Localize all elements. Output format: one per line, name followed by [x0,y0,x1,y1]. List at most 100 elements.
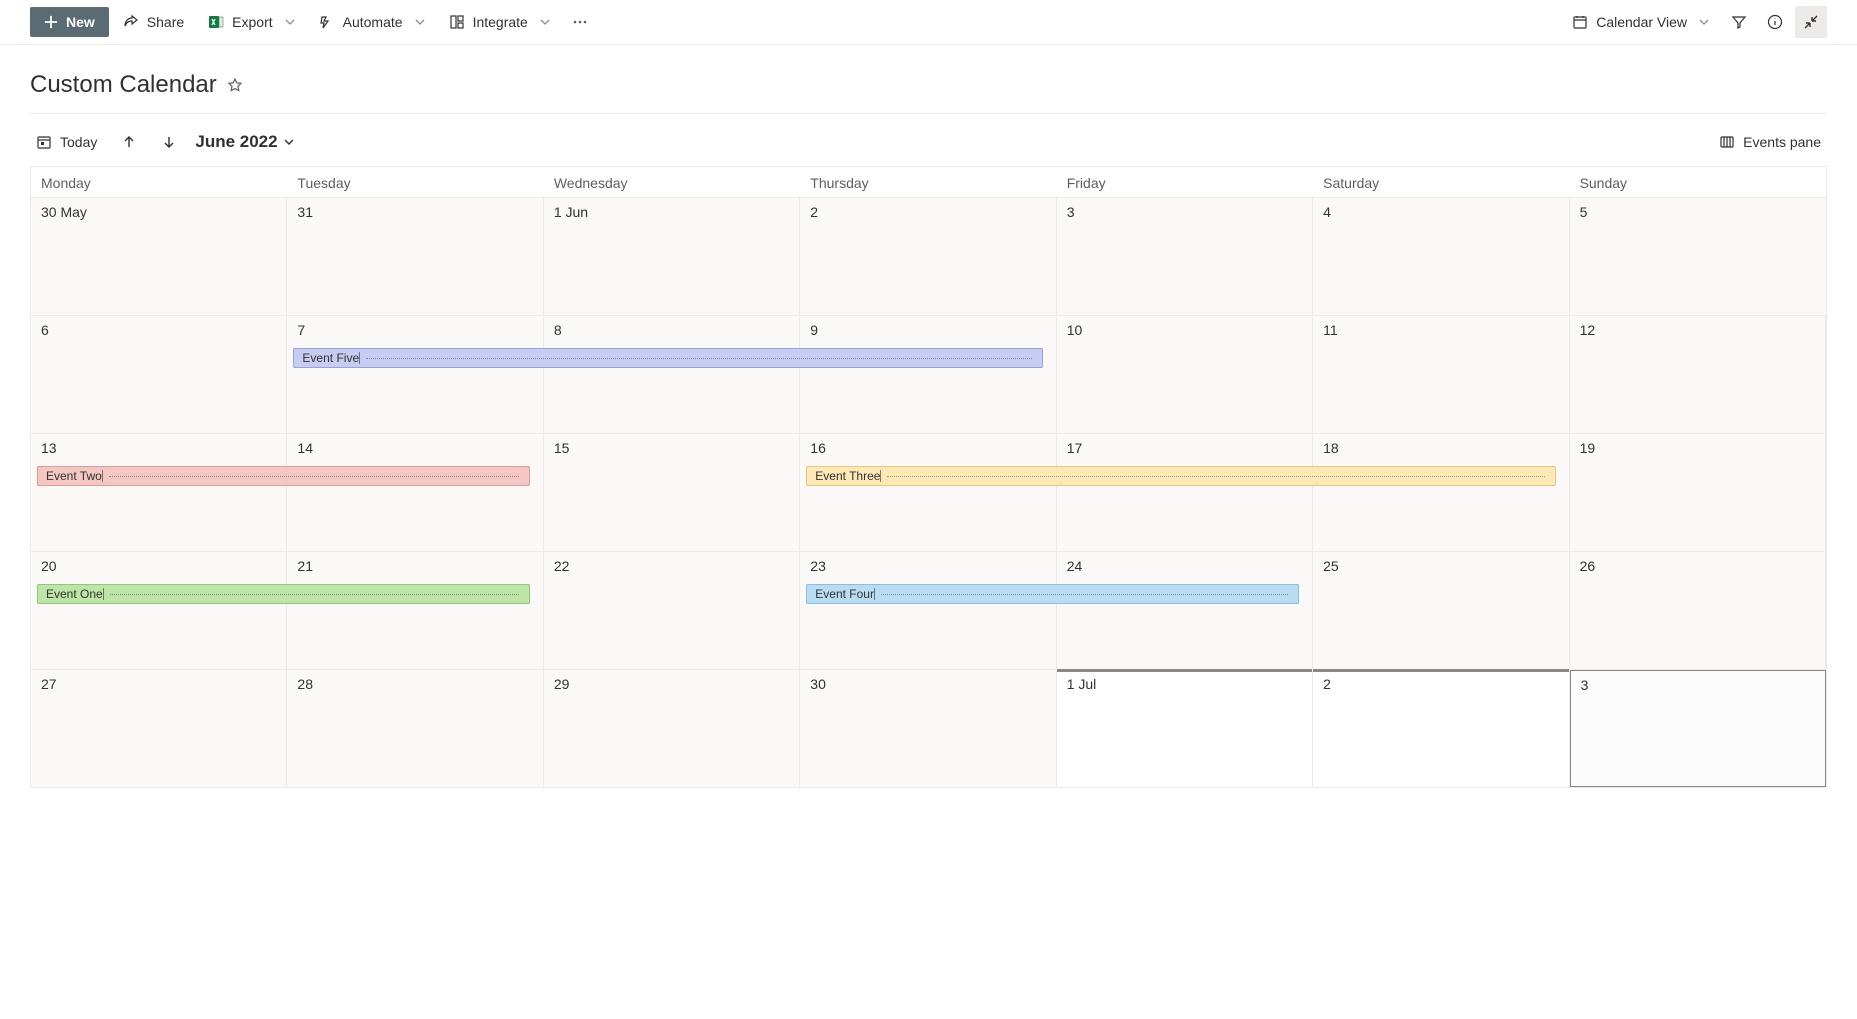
week-row: 6 7 8 9 10 11 12 Event Five [31,315,1826,433]
event-title: Event Two [46,469,102,483]
integrate-button[interactable]: Integrate [439,8,560,36]
excel-icon [208,14,224,30]
day-number: 22 [554,558,789,574]
day-cell[interactable]: 12 [1570,316,1826,433]
week-row: 27 28 29 30 1 Jul23 [31,669,1826,787]
week-row: 20 21 22 23 24 25 26 Event One Event Four [31,551,1826,669]
month-selector[interactable]: June 2022 [195,132,293,152]
day-cell[interactable]: 1 Jun [544,198,800,315]
page-title: Custom Calendar [30,71,217,99]
day-cell[interactable]: 30 May [31,198,287,315]
day-cell[interactable]: 28 [287,670,543,787]
day-cell[interactable]: 6 [31,316,287,433]
day-number: 30 May [41,204,276,220]
today-indicator [1057,669,1312,672]
event-endcap [874,588,875,600]
day-cell[interactable]: 26 [1570,552,1826,669]
day-cell[interactable]: 21 [287,552,543,669]
chevron-down-icon [1699,17,1709,27]
day-cell[interactable]: 18 [1313,434,1569,551]
view-selector-button[interactable]: Calendar View [1562,8,1719,36]
automate-button[interactable]: Automate [309,8,435,36]
today-button[interactable]: Today [30,130,103,154]
day-cell[interactable]: 1 Jul [1057,670,1313,787]
day-number: 28 [297,676,532,692]
day-cell[interactable]: 24 [1057,552,1313,669]
prev-month-button[interactable] [115,128,143,156]
calendar-event[interactable]: Event One [37,584,530,604]
calendar-event[interactable]: Event Two [37,466,530,486]
event-title: Event Three [815,469,880,483]
export-button[interactable]: Export [198,8,304,36]
day-number: 23 [810,558,1045,574]
day-cell[interactable]: 3 [1057,198,1313,315]
calendar-event[interactable]: Event Three [806,466,1555,486]
day-cell[interactable]: 23 [800,552,1056,669]
day-number: 9 [810,322,1045,338]
collapse-button[interactable] [1795,6,1827,38]
week-row: 13 141516171819 Event Two Event Three [31,433,1826,551]
day-cell[interactable]: 16 [800,434,1056,551]
day-number: 26 [1580,558,1815,574]
calendar-icon [1572,14,1588,30]
share-button[interactable]: Share [113,8,194,36]
chevron-down-icon [284,137,294,147]
day-cell[interactable]: 5 [1570,198,1826,315]
day-number: 20 [41,558,276,574]
day-cell[interactable]: 17 [1057,434,1313,551]
day-cell[interactable]: 31 [287,198,543,315]
day-cell[interactable]: 10 [1057,316,1313,433]
calendar-grid: MondayTuesdayWednesdayThursdayFridaySatu… [30,166,1827,788]
day-number: 24 [1067,558,1302,574]
info-button[interactable] [1759,6,1791,38]
day-cell[interactable]: 7 [287,316,543,433]
weeks-container: 30 May311 Jun23456789101112Event Five131… [31,197,1826,787]
event-title: Event One [46,587,103,601]
day-number: 30 [810,676,1045,692]
day-cell[interactable]: 9 [800,316,1056,433]
day-cell[interactable]: 2 [800,198,1056,315]
favorite-button[interactable] [227,77,243,93]
command-bar-right: Calendar View [1562,6,1827,38]
dow-header: Wednesday [544,166,800,197]
day-number: 8 [554,322,789,338]
day-cell[interactable]: 25 [1313,552,1569,669]
day-cell[interactable]: 3 [1570,670,1826,787]
more-icon [572,14,588,30]
day-cell[interactable]: 15 [544,434,800,551]
command-bar-left: New Share Export Automate Integrate [30,6,596,38]
day-cell[interactable]: 20 [31,552,287,669]
day-cell[interactable]: 2 [1313,670,1569,787]
new-button[interactable]: New [30,7,109,37]
dow-header: Monday [31,166,287,197]
calendar-event[interactable]: Event Four [806,584,1299,604]
next-month-button[interactable] [155,128,183,156]
day-cell[interactable]: 14 [287,434,543,551]
day-number: 6 [41,322,276,338]
day-cell[interactable]: 19 [1570,434,1826,551]
dow-header: Tuesday [287,166,543,197]
overflow-button[interactable] [564,6,596,38]
filter-button[interactable] [1723,6,1755,38]
day-number: 7 [297,322,532,338]
chevron-down-icon [285,17,295,27]
collapse-icon [1803,14,1819,30]
week-row: 30 May 311 Jun2345 [31,197,1826,315]
day-cell[interactable]: 13 [31,434,287,551]
events-pane-button[interactable]: Events pane [1713,130,1827,154]
dow-header: Sunday [1570,166,1826,197]
day-cell[interactable]: 11 [1313,316,1569,433]
day-cell[interactable]: 30 [800,670,1056,787]
day-cell[interactable]: 27 [31,670,287,787]
calendar-event[interactable]: Event Five [293,348,1042,368]
calendar-today-icon [36,134,52,150]
share-button-label: Share [147,14,184,30]
day-cell[interactable]: 8 [544,316,800,433]
day-cell[interactable]: 29 [544,670,800,787]
day-cell[interactable]: 4 [1313,198,1569,315]
day-number: 11 [1323,322,1558,338]
dow-header: Thursday [800,166,1056,197]
arrow-up-icon [122,135,136,149]
day-cell[interactable]: 22 [544,552,800,669]
day-number: 13 [41,440,276,456]
